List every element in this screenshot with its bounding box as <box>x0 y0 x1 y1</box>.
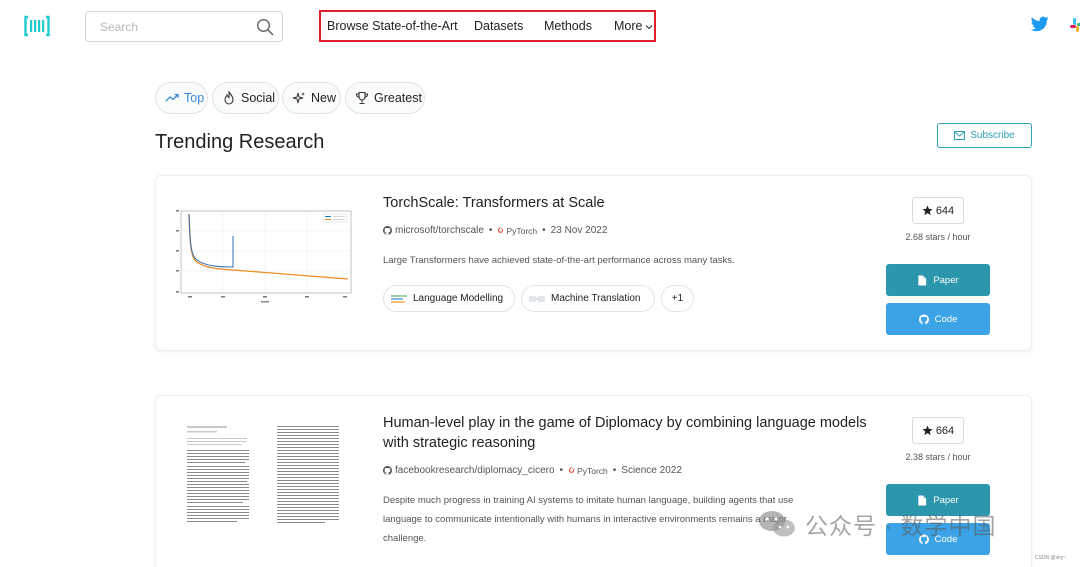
chevron-down-icon <box>646 24 653 29</box>
file-icon <box>918 274 927 286</box>
code-button-label: Code <box>934 313 958 325</box>
page-title: Trending Research <box>155 131 325 153</box>
paper-abstract: Large Transformers have achieved state-o… <box>383 255 735 266</box>
watermark-text: 公众号 · 数学中国 <box>805 513 997 539</box>
star-count-badge[interactable]: 644 <box>912 197 964 224</box>
search-box <box>85 11 283 42</box>
paper-meta: facebookresearch/diplomacy_cicero • PyTo… <box>383 465 682 476</box>
star-icon <box>922 205 933 216</box>
more-tasks-chip[interactable]: +1 <box>661 285 694 312</box>
paper-venue: Science 2022 <box>621 465 682 476</box>
tab-top-label: Top <box>184 91 205 105</box>
file-icon <box>918 494 927 506</box>
paper-button-label: Paper <box>933 494 959 506</box>
paper-title[interactable]: TorchScale: Transformers at Scale <box>383 193 605 213</box>
abstract-line: Despite much progress in training AI sys… <box>383 495 794 506</box>
meta-separator: • <box>612 465 617 476</box>
task-thumbnail-icon <box>391 294 407 303</box>
paper-meta: microsoft/torchscale • PyTorch • 23 Nov … <box>383 225 607 236</box>
subscribe-label: Subscribe <box>970 130 1015 141</box>
tab-top[interactable]: Top <box>155 82 208 114</box>
framework-label: PyTorch <box>506 225 538 236</box>
abstract-line: language to communicate intentionally wi… <box>383 514 787 525</box>
paper-title-line: Human-level play in the game of Diplomac… <box>383 415 867 431</box>
github-icon <box>383 466 392 475</box>
star-count: 664 <box>935 424 955 437</box>
sparkle-icon <box>292 92 305 104</box>
meta-separator: • <box>542 225 546 236</box>
pytorch-icon <box>568 466 575 473</box>
paper-button-label: Paper <box>933 274 959 286</box>
task-chip-machine-translation[interactable]: Machine Translation <box>521 285 655 312</box>
search-input[interactable] <box>100 18 250 36</box>
nav-methods[interactable]: Methods <box>544 19 592 33</box>
nav-more[interactable]: More <box>614 19 653 33</box>
trophy-icon <box>355 91 369 105</box>
framework-label: PyTorch <box>577 465 608 476</box>
tab-greatest[interactable]: Greatest <box>345 82 425 114</box>
top-navbar: Browse State-of-the-Art Datasets Methods… <box>0 0 1080 52</box>
tab-greatest-label: Greatest <box>374 91 422 105</box>
credit-text: CSDN @shy~ <box>1035 555 1067 561</box>
star-rate: 2.38 stars / hour <box>905 452 971 462</box>
wechat-icon <box>759 511 795 537</box>
nav-more-label: More <box>614 19 643 33</box>
papers-with-code-logo-icon[interactable] <box>24 15 50 37</box>
star-rate: 2.68 stars / hour <box>905 232 971 242</box>
tab-new[interactable]: New <box>282 82 341 114</box>
meta-separator: • <box>488 225 493 236</box>
repo-link[interactable]: facebookresearch/diplomacy_cicero <box>395 465 555 476</box>
nav-browse-sota[interactable]: Browse State-of-the-Art <box>327 19 458 33</box>
abstract-line: challenge. <box>383 533 427 544</box>
slack-icon[interactable] <box>1070 17 1080 33</box>
paper-card: Human-level play in the game of Diplomac… <box>155 395 1032 567</box>
task-chip-label: Machine Translation <box>551 293 641 304</box>
flame-icon <box>224 91 234 105</box>
wechat-watermark: 公众号 · 数学中国 <box>757 508 996 540</box>
tab-social-label: Social <box>241 91 276 105</box>
task-thumbnail-icon <box>529 295 545 302</box>
nav-highlight-box: Browse State-of-the-Art Datasets Methods… <box>319 10 656 42</box>
nav-datasets[interactable]: Datasets <box>474 19 523 33</box>
twitter-icon[interactable] <box>1031 16 1049 32</box>
star-count: 644 <box>935 204 955 217</box>
github-icon <box>918 314 929 324</box>
paper-title[interactable]: Human-level play in the game of Diplomac… <box>383 413 867 453</box>
paper-thumbnail-pages[interactable] <box>173 420 353 532</box>
trending-up-icon <box>165 93 179 102</box>
star-count-badge[interactable]: 664 <box>912 417 964 444</box>
paper-card: TorchScale: Transformers at Scale micros… <box>155 175 1032 351</box>
search-icon[interactable] <box>256 18 274 36</box>
repo-link[interactable]: microsoft/torchscale <box>395 225 484 236</box>
paper-button[interactable]: Paper <box>886 264 990 296</box>
code-button[interactable]: Code <box>886 303 990 335</box>
task-chip-label: Language Modelling <box>413 293 504 304</box>
more-tasks-label: +1 <box>671 293 684 304</box>
paper-title-line: with strategic reasoning <box>383 435 536 451</box>
paper-abstract: Despite much progress in training AI sys… <box>383 491 793 548</box>
paper-thumbnail-loss-curve[interactable] <box>173 206 353 306</box>
star-icon <box>922 425 933 436</box>
tab-social[interactable]: Social <box>212 82 279 114</box>
subscribe-button[interactable]: Subscribe <box>937 123 1032 148</box>
paper-date: 23 Nov 2022 <box>550 225 608 236</box>
pytorch-icon <box>498 226 504 233</box>
tab-new-label: New <box>311 91 337 105</box>
task-chip-language-modelling[interactable]: Language Modelling <box>383 285 515 312</box>
meta-separator: • <box>559 465 564 476</box>
mail-icon <box>954 131 966 140</box>
github-icon <box>383 226 392 235</box>
